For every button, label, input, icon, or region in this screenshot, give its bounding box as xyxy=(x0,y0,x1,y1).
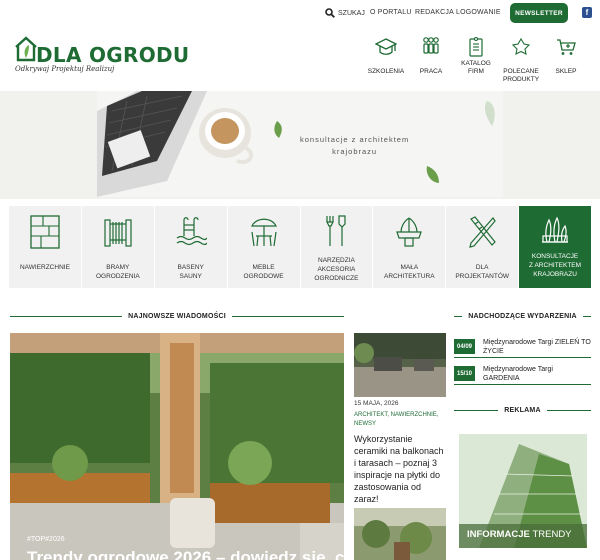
event-item[interactable]: 04/09 Międzynarodowe Targi ZIELEŃ TO ŻYC… xyxy=(454,337,591,358)
garden-pergola-photo xyxy=(10,333,344,560)
category-meble[interactable]: MEBLE OGRODOWE xyxy=(227,206,300,288)
graduation-cap-icon xyxy=(375,38,397,55)
divider xyxy=(231,315,345,317)
divider xyxy=(454,315,463,317)
paving-icon xyxy=(30,215,60,249)
category-label: NARZĘDZIA AKCESORIA OGRODNICZE xyxy=(314,257,359,282)
event-item[interactable]: 15/10 Międzynarodowe Targi GARDENIA xyxy=(454,364,591,385)
event-date: 04/09 xyxy=(454,339,475,354)
fence-icon xyxy=(104,219,132,247)
recommended-icon xyxy=(511,37,531,55)
category-narzedzia[interactable]: NARZĘDZIA AKCESORIA OGRODNICZE xyxy=(300,206,373,288)
category-label: MAŁA ARCHITEKTURA xyxy=(384,264,435,280)
category-label: BASENY SAUNY xyxy=(177,264,204,280)
ad-text-bold: INFORMACJE xyxy=(467,529,530,540)
top-bar: SZUKAJ O PORTALU REDAKCJA LOGOWANIE NEWS… xyxy=(0,0,600,26)
side-news-date: 15 MAJA, 2026 xyxy=(354,400,399,407)
facebook-icon[interactable]: f xyxy=(582,7,592,18)
category-mala-architektura[interactable]: MAŁA ARCHITEKTURA xyxy=(373,206,446,288)
ad-text-light: TRENDY xyxy=(532,529,572,540)
link-o-portalu[interactable]: O PORTALU xyxy=(370,9,412,16)
tagline: Odkrywaj Projektuj Realizuj xyxy=(15,65,115,73)
category-konsultacje[interactable]: KONSULTACJE Z ARCHITEKTEM KRAJOBRAZU xyxy=(519,206,591,288)
category-bramy[interactable]: BRAMY OGRODZENIA xyxy=(81,206,154,288)
main-news-tag[interactable]: #TOP#2026 xyxy=(27,536,65,543)
side-news-image-2[interactable] xyxy=(354,508,446,560)
hero-banner[interactable]: konsultacje z architektem krajobrazu xyxy=(0,91,600,199)
nav-sklep[interactable]: SKLEP xyxy=(541,36,591,76)
nav-label: SZKOLENIA xyxy=(367,68,405,75)
category-label: BRAMY OGRODZENIA xyxy=(95,264,140,280)
side-news-title[interactable]: Wykorzystanie ceramiki na balkonach i ta… xyxy=(354,433,446,505)
category-nawierzchnie[interactable]: NAWIERZCHNIE xyxy=(9,206,81,288)
side-news-categories[interactable]: ARCHITEKT, NAWIERZCHNIE, NEWSY xyxy=(354,411,449,429)
category-dla-projektantow[interactable]: DLA PROJEKTANTÓW xyxy=(446,206,519,288)
event-date: 15/10 xyxy=(454,366,475,381)
side-news-image-1[interactable] xyxy=(354,333,446,397)
catalog-icon xyxy=(469,36,483,57)
banner-text-line1: konsultacje z architektem xyxy=(300,135,410,144)
house-logo-icon xyxy=(15,36,37,62)
people-icon xyxy=(423,37,439,54)
pool-icon xyxy=(176,217,207,246)
cart-icon xyxy=(557,39,576,55)
divider xyxy=(582,315,591,317)
events-heading: NADCHODZĄCE WYDARZENIA xyxy=(454,311,591,321)
divider xyxy=(546,409,591,411)
nav-label: POLECANE PRODUKTY xyxy=(502,68,540,83)
link-redakcja[interactable]: REDAKCJA xyxy=(415,9,454,16)
nav-praca[interactable]: PRACA xyxy=(406,36,456,76)
plants-icon xyxy=(542,216,569,243)
events-heading-text: NADCHODZĄCE WYDARZENIA xyxy=(468,312,577,320)
garden-furniture-icon xyxy=(250,218,277,247)
nav-label: KATALOG FIRM xyxy=(461,60,491,75)
ad-heading-text: REKLAMA xyxy=(504,406,541,414)
newsletter-button[interactable]: NEWSLETTER xyxy=(510,3,568,23)
main-news-card[interactable]: #TOP#2026 Trendy ogrodowe 2026 – dowiedz… xyxy=(10,333,344,560)
category-label: DLA PROJEKTANTÓW xyxy=(455,264,510,280)
logo-text: DLA OGRODU xyxy=(36,43,190,67)
category-baseny[interactable]: BASENY SAUNY xyxy=(154,206,227,288)
search-button[interactable]: SZUKAJ xyxy=(325,8,365,18)
fountain-icon xyxy=(396,217,423,247)
news-heading-text: NAJNOWSZE WIADOMOŚCI xyxy=(128,312,226,320)
news-heading: NAJNOWSZE WIADOMOŚCI xyxy=(10,311,345,321)
nav-szkolenia[interactable]: SZKOLENIA xyxy=(361,36,411,76)
nav-katalog-firm[interactable]: KATALOG FIRM xyxy=(451,36,501,76)
balcony-photo xyxy=(354,508,446,560)
banner-text: konsultacje z architektem krajobrazu xyxy=(300,134,409,158)
nav-polecane-produkty[interactable]: POLECANE PRODUKTY xyxy=(496,36,546,84)
search-icon xyxy=(325,8,335,18)
advertisement[interactable]: INFORMACJE TRENDY xyxy=(459,434,587,548)
divider xyxy=(454,409,499,411)
nav-label: SKLEP xyxy=(555,68,577,75)
ad-text: INFORMACJE TRENDY xyxy=(467,529,572,540)
design-tools-icon xyxy=(469,216,496,248)
ad-heading: REKLAMA xyxy=(454,405,591,415)
search-label: SZUKAJ xyxy=(338,9,365,17)
event-title[interactable]: Międzynarodowe Targi ZIELEŃ TO ŻYCIE xyxy=(483,338,591,356)
terrace-photo xyxy=(354,333,446,397)
main-news-title[interactable]: Trendy ogrodowe 2026 – dowiedz się, co xyxy=(27,548,344,560)
event-title[interactable]: Międzynarodowe Targi GARDENIA xyxy=(483,365,553,383)
category-label: NAWIERZCHNIE xyxy=(19,264,70,271)
garden-tools-icon xyxy=(326,215,347,246)
link-logowanie[interactable]: LOGOWANIE xyxy=(456,9,501,16)
banner-text-line2: krajobrazu xyxy=(332,147,378,156)
category-tiles: NAWIERZCHNIE BRAMY OGRODZENIA BASENY SAU… xyxy=(9,206,591,288)
category-label: KONSULTACJE Z ARCHITEKTEM KRAJOBRAZU xyxy=(529,253,582,278)
divider xyxy=(10,315,123,317)
nav-label: PRACA xyxy=(419,68,443,75)
category-label: MEBLE OGRODOWE xyxy=(243,264,284,280)
